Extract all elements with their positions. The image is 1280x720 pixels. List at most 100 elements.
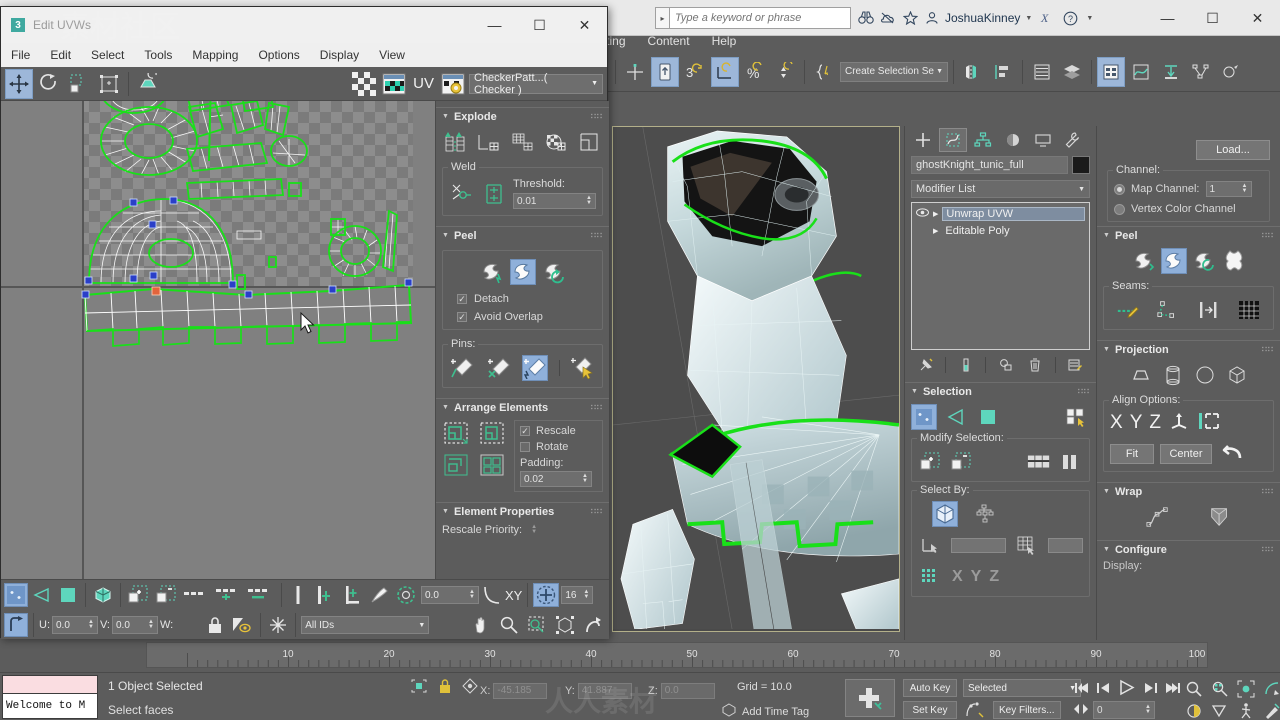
tab-motion[interactable] <box>999 128 1027 152</box>
rollout-peel-right-header[interactable]: ▼ Peel ∷∷ <box>1097 226 1280 244</box>
rollout-selection-header[interactable]: ▼ Selection ∷∷ <box>905 382 1096 400</box>
frame-stepper-icon[interactable] <box>1073 702 1089 719</box>
expand-to-seams-icon[interactable] <box>1196 297 1222 323</box>
uv-edit-canvas[interactable] <box>1 101 435 579</box>
brush-options-icon[interactable] <box>393 583 419 607</box>
load-button[interactable]: Load... <box>1196 140 1270 160</box>
key-filters-button[interactable]: Key Filters... <box>993 701 1061 719</box>
vertex-color-channel-radio[interactable] <box>1114 203 1125 215</box>
u-field[interactable]: 0.0 ▲ ▼ <box>52 616 98 634</box>
weld-selected-icon[interactable] <box>449 181 475 207</box>
falloff-curve-icon[interactable] <box>481 583 503 607</box>
loop-uv-alt-icon[interactable] <box>246 583 276 607</box>
spinner-icon[interactable]: ▲ ▼ <box>88 619 94 630</box>
favorites-star-icon[interactable] <box>899 7 921 29</box>
spinner-snap-icon[interactable] <box>771 57 799 87</box>
grid-size-field[interactable]: 16 ▲ ▼ <box>561 586 594 604</box>
z-field[interactable]: 0.0 <box>660 683 715 699</box>
rollout-projection-header[interactable]: ▼ Projection ∷∷ <box>1097 340 1280 358</box>
auto-key-big-button[interactable] <box>845 679 895 717</box>
rollout-wrap-header[interactable]: ▼ Wrap ∷∷ <box>1097 482 1280 500</box>
rotate-checkbox[interactable] <box>520 442 530 452</box>
sub-object-edge-icon[interactable] <box>943 404 969 430</box>
wrap-spline-icon[interactable] <box>1145 504 1171 530</box>
best-align-icon[interactable] <box>1168 411 1190 434</box>
user-name-label[interactable]: JoshuaKinney <box>945 11 1020 25</box>
curve-editor-icon[interactable] <box>1127 57 1155 87</box>
dope-sheet-icon[interactable] <box>1157 57 1185 87</box>
object-color-swatch[interactable] <box>1072 156 1090 174</box>
axis-label-z[interactable]: Z <box>989 568 999 586</box>
spinner-icon[interactable]: ▲ ▼ <box>148 619 154 630</box>
tab-display[interactable] <box>1029 128 1057 152</box>
mirror-flip-icon[interactable] <box>134 69 162 99</box>
select-by-element-icon[interactable] <box>932 501 958 527</box>
unpin-icon[interactable] <box>486 355 512 381</box>
axis-label-x[interactable]: X <box>952 568 963 586</box>
modifier-list-combo[interactable]: Modifier List ▼ <box>911 180 1090 198</box>
explode-by-smoothing-group-icon[interactable] <box>510 129 536 155</box>
sub-object-vertex-icon[interactable] <box>4 583 28 607</box>
pelt-map-icon[interactable] <box>1221 248 1247 274</box>
peel-mode-icon[interactable] <box>509 259 536 285</box>
pan-hand-icon[interactable] <box>468 613 494 637</box>
uvw-menu-display[interactable]: Display <box>310 43 369 67</box>
x-field[interactable]: -45.185 <box>493 683 548 699</box>
center-button[interactable]: Center <box>1160 443 1212 464</box>
uvw-close-button[interactable]: ✕ <box>562 7 607 43</box>
freeform-mode-icon[interactable] <box>95 69 123 99</box>
object-name-field[interactable]: ghostKnight_tunic_full <box>911 156 1068 174</box>
modifier-stack-item[interactable]: ▶ Editable Poly <box>914 222 1087 239</box>
rollout-peel-header[interactable]: ▼ Peel ∷∷ <box>436 226 609 244</box>
selection-lock-region-icon[interactable] <box>410 678 428 697</box>
rescale-checkbox[interactable] <box>520 426 530 436</box>
spinner-icon[interactable]: ▲ ▼ <box>583 589 589 600</box>
max-close-button[interactable]: ✕ <box>1235 0 1280 36</box>
absolute-relative-mode-icon[interactable] <box>462 678 478 697</box>
filter-pins-icon[interactable] <box>522 355 548 381</box>
layer-explorer-icon[interactable] <box>1028 57 1056 87</box>
peel-mode-icon[interactable] <box>1160 248 1187 274</box>
undo-view-change-icon[interactable] <box>580 613 606 637</box>
move-selected-subobject-icon[interactable] <box>5 68 33 99</box>
pin-icon[interactable] <box>449 355 475 381</box>
align-x-button[interactable]: X <box>1110 412 1123 434</box>
select-pins-icon[interactable] <box>570 355 596 381</box>
zoom-region-icon[interactable] <box>1263 680 1280 701</box>
align-vertical-to-pivot-icon[interactable] <box>311 583 337 607</box>
spinner-icon[interactable]: ▲ ▼ <box>586 195 592 206</box>
point-to-point-seams-icon[interactable] <box>1155 297 1181 323</box>
target-weld-icon[interactable] <box>481 181 507 207</box>
modifier-name-editable-poly[interactable]: Editable Poly <box>942 225 1009 237</box>
detach-checkbox[interactable] <box>457 294 467 304</box>
seams-from-material-id-icon[interactable] <box>1236 297 1262 323</box>
align-icon[interactable] <box>989 57 1017 87</box>
delete-modifier-trash-icon[interactable] <box>1025 355 1045 375</box>
angle-snap-3-icon[interactable]: 3 <box>681 57 709 87</box>
edit-named-selection-icon[interactable] <box>810 57 838 87</box>
uvw-menu-view[interactable]: View <box>369 43 415 67</box>
sign-in-cloud-icon[interactable] <box>877 7 899 29</box>
configure-modifier-sets-icon[interactable] <box>1065 355 1085 375</box>
spinner-icon[interactable]: ▲ ▼ <box>469 589 475 600</box>
align-y-button[interactable]: Y <box>1130 412 1143 434</box>
rollout-element-properties-header[interactable]: ▼ Element Properties ∷∷ <box>436 502 609 520</box>
expand-triangle-icon[interactable]: ▶ <box>933 210 938 218</box>
quick-peel-icon[interactable] <box>479 259 505 285</box>
map-channel-field[interactable]: 1 ▲ ▼ <box>1205 181 1252 197</box>
edit-uvws-window[interactable]: 3 Edit UVWs — ☐ ✕ File Edit Select Tools… <box>0 6 609 639</box>
zoom-extents-icon[interactable] <box>552 613 578 637</box>
max-minimize-button[interactable]: — <box>1145 0 1190 36</box>
spinner-icon[interactable]: ▲ ▼ <box>1145 704 1151 715</box>
absolute-relative-toggle-icon[interactable] <box>4 613 28 637</box>
cylindrical-map-icon[interactable] <box>1160 362 1186 388</box>
spherical-map-icon[interactable] <box>1192 362 1218 388</box>
explode-by-map-channel-icon[interactable] <box>543 129 569 155</box>
threshold-field[interactable]: 0.01 ▲ ▼ <box>513 193 596 209</box>
pack-normalize-icon[interactable] <box>442 420 472 448</box>
named-selection-set-combo[interactable]: Create Selection Se ▼ <box>840 61 948 82</box>
select-ring-vertical-icon[interactable] <box>1057 449 1083 475</box>
show-map-checker-icon[interactable] <box>350 69 378 99</box>
map-settings-icon[interactable] <box>439 69 467 99</box>
select-by-material-id-icon[interactable] <box>1014 532 1039 558</box>
